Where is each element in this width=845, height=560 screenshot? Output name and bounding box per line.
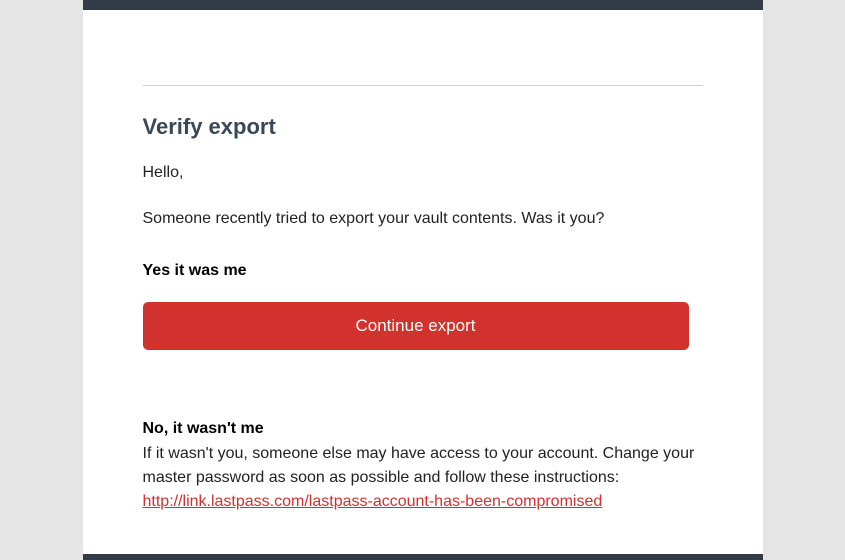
divider xyxy=(143,85,703,86)
email-container: Verify export Hello, Someone recently tr… xyxy=(83,0,763,560)
email-title: Verify export xyxy=(143,114,703,140)
greeting-text: Hello, xyxy=(143,164,703,182)
spacer xyxy=(143,350,703,420)
deny-text-content: If it wasn't you, someone else may have … xyxy=(143,445,695,486)
help-link[interactable]: http://link.lastpass.com/lastpass-accoun… xyxy=(143,493,603,510)
deny-label: No, it wasn't me xyxy=(143,420,703,438)
email-content: Verify export Hello, Someone recently tr… xyxy=(83,10,763,514)
continue-export-button[interactable]: Continue export xyxy=(143,302,689,350)
deny-text: If it wasn't you, someone else may have … xyxy=(143,442,703,514)
description-text: Someone recently tried to export your va… xyxy=(143,210,703,228)
bottom-bar xyxy=(83,554,763,560)
top-bar xyxy=(83,0,763,10)
confirm-label: Yes it was me xyxy=(143,262,703,280)
